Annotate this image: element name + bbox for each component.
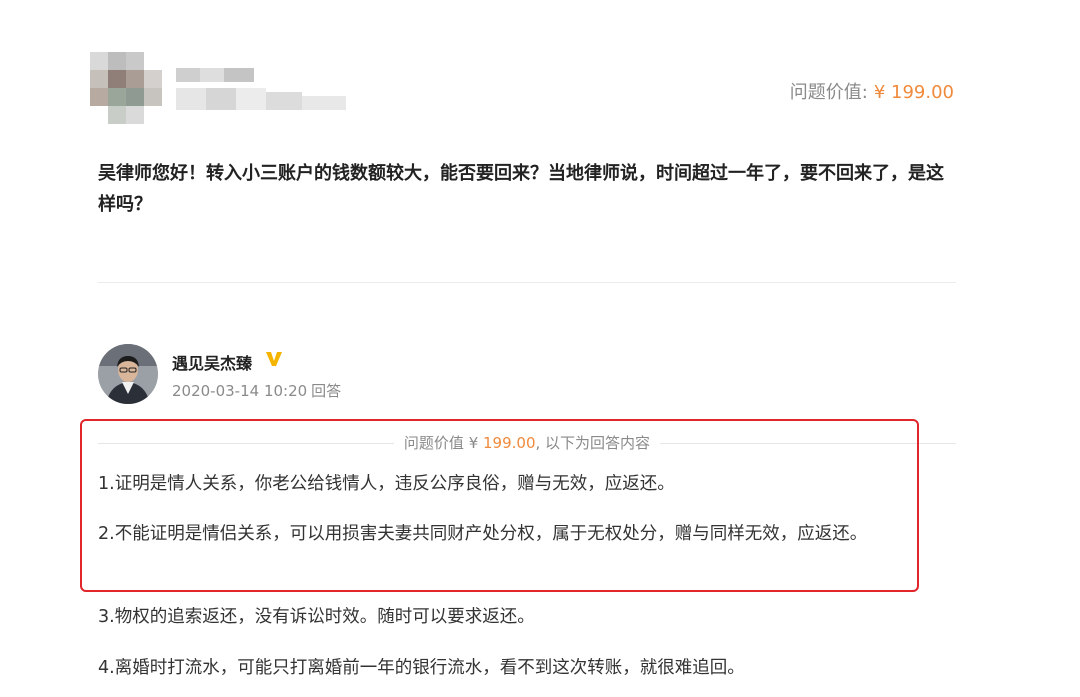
question-value: 问题价值: ¥ 199.00 <box>790 78 954 104</box>
author-avatar-image <box>98 344 158 404</box>
answer-paragraph: 4.离婚时打流水，可能只打离婚前一年的银行流水，看不到这次转账，就很难追回。 <box>98 658 745 678</box>
section-divider <box>98 282 956 283</box>
answer-paragraph: 3.物权的追索返还，没有诉讼时效。随时可以要求返还。 <box>98 607 535 627</box>
answer-time: 2020-03-14 10:20 回答 <box>172 380 341 401</box>
author-avatar[interactable] <box>98 344 158 404</box>
question-text: 吴律师您好！转入小三账户的钱数额较大，能否要回来？当地律师说，时间超过一年了，要… <box>98 163 944 215</box>
answer-datetime-suffix: 回答 <box>311 382 342 400</box>
question-value-price: ¥ 199.00 <box>873 82 954 103</box>
asker-info-blurred <box>90 52 360 134</box>
author-name[interactable]: 遇见吴杰臻 <box>172 350 252 374</box>
question-value-label: 问题价值: <box>789 82 868 103</box>
verified-icon <box>266 352 282 366</box>
highlight-box <box>80 419 919 592</box>
answer-datetime: 2020-03-14 10:20 <box>172 382 308 400</box>
